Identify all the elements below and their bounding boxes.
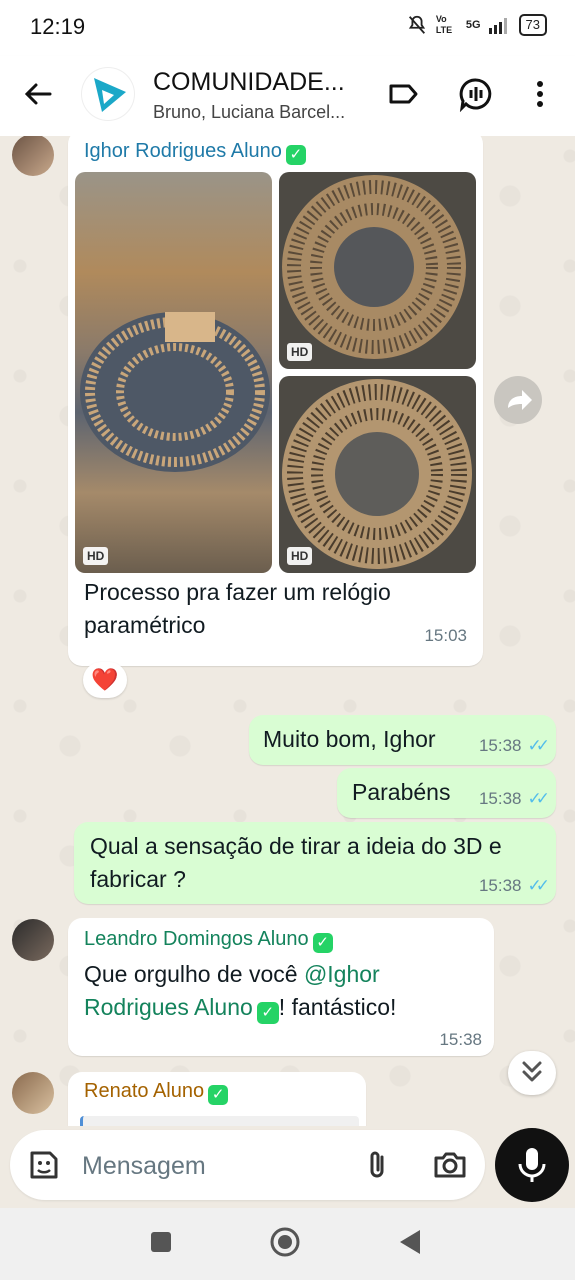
hd-badge: HD (287, 547, 313, 565)
status-time: 12:19 (30, 14, 86, 39)
quoted-reply[interactable] (80, 1116, 359, 1126)
message-time: 15:38 (478, 789, 522, 808)
hd-badge: HD (287, 343, 313, 361)
voice-record-button[interactable] (495, 1128, 569, 1202)
verified-badge-icon: ✓ (312, 933, 333, 953)
sender-name[interactable]: Ighor Rodrigues Aluno ✓ (84, 140, 306, 165)
mute-icon (408, 15, 425, 34)
avatar-leandro[interactable] (12, 919, 54, 961)
voice-chat-icon[interactable] (458, 76, 494, 112)
read-ticks-icon: ✓✓ (527, 789, 550, 808)
message-meta: 15:38 ✓✓ (478, 876, 550, 896)
hd-badge: HD (83, 547, 109, 565)
composer (0, 1126, 575, 1208)
avatar-renato[interactable] (12, 1072, 54, 1114)
message-out-3[interactable]: Qual a sensação de tirar a ideia do 3D e… (74, 822, 556, 904)
message-text: Parabéns (352, 779, 451, 805)
message-time: 15:03 (424, 626, 467, 645)
message-time: 15:38 (439, 1030, 482, 1049)
home-button-icon[interactable] (269, 1226, 301, 1258)
sender-name[interactable]: Leandro Domingos Aluno ✓ (84, 928, 333, 953)
forward-button[interactable] (494, 376, 542, 424)
read-ticks-icon: ✓✓ (527, 736, 550, 755)
microphone-icon (518, 1148, 546, 1182)
verified-badge-icon: ✓ (208, 1085, 229, 1105)
battery-level: 73 (518, 14, 547, 36)
heart-reaction[interactable]: ❤️ (83, 662, 127, 698)
recents-button-icon[interactable] (149, 1230, 173, 1254)
photo-1-spiral (80, 312, 270, 472)
status-bar: 12:19 Vo LTE 5G 73 (0, 0, 575, 56)
message-bubble-ighor[interactable]: Ighor Rodrigues Aluno ✓ HD HD HD Processo… (68, 136, 483, 666)
volte-icon: Vo LTE (435, 14, 453, 35)
status-icons: Vo LTE 5G 73 (406, 14, 547, 36)
message-bubble-renato[interactable]: Renato Aluno ✓ (68, 1072, 366, 1126)
label-tag-icon[interactable] (385, 76, 421, 112)
double-chevron-down-icon (522, 1061, 542, 1082)
verified-badge-icon: ✓ (285, 145, 306, 165)
photo-2[interactable]: HD (279, 172, 476, 369)
system-navigation-bar (0, 1208, 575, 1280)
message-text: Muito bom, Ighor (263, 726, 436, 752)
message-input[interactable] (80, 1148, 344, 1184)
verified-badge-icon: ✓ (256, 1002, 279, 1024)
read-ticks-icon: ✓✓ (527, 876, 550, 895)
message-out-1[interactable]: Muito bom, Ighor 15:38 ✓✓ (249, 715, 556, 765)
message-time: 15:38 (478, 876, 522, 895)
signal-icon (488, 18, 507, 34)
chat-header: COMUNIDADE... Bruno, Luciana Barcel... (0, 56, 575, 136)
group-title[interactable]: COMUNIDADE... (153, 68, 345, 97)
back-arrow-icon[interactable] (20, 76, 56, 112)
group-logo-icon (94, 78, 126, 112)
photo-3-clock (282, 379, 472, 569)
sender-name[interactable]: Renato Aluno ✓ (84, 1080, 229, 1105)
message-time: 15:38 (478, 736, 522, 755)
photo-3[interactable]: HD (279, 376, 476, 573)
chat-area[interactable]: Ighor Rodrigues Aluno ✓ HD HD HD Processo… (0, 136, 575, 1126)
attach-icon[interactable] (360, 1147, 396, 1183)
camera-icon[interactable] (432, 1147, 468, 1183)
avatar-ighor[interactable] (12, 136, 54, 176)
message-bubble-leandro[interactable]: Leandro Domingos Aluno ✓ Que orgulho de v… (68, 918, 494, 1056)
group-avatar[interactable] (82, 68, 134, 120)
photo-2-clock (282, 175, 466, 359)
back-button-icon[interactable] (398, 1228, 422, 1256)
message-meta: 15:38 ✓✓ (478, 736, 550, 756)
message-text: Que orgulho de você @Ighor Rodrigues Alu… (84, 958, 484, 1024)
more-options-icon[interactable] (522, 76, 558, 112)
message-out-2[interactable]: Parabéns 15:38 ✓✓ (337, 768, 556, 818)
message-text: Qual a sensação de tirar a ideia do 3D e… (90, 833, 502, 892)
forward-icon (508, 390, 532, 410)
sticker-icon[interactable] (26, 1147, 62, 1183)
group-members[interactable]: Bruno, Luciana Barcel... (153, 102, 345, 123)
network-label: 5G (465, 18, 481, 31)
photo-1[interactable]: HD (75, 172, 272, 573)
message-text: Processo pra fazer um relógio paramétric… (84, 579, 391, 638)
message-input-container (10, 1130, 485, 1200)
message-meta: 15:38 ✓✓ (478, 789, 550, 809)
scroll-down-button[interactable] (508, 1051, 556, 1095)
